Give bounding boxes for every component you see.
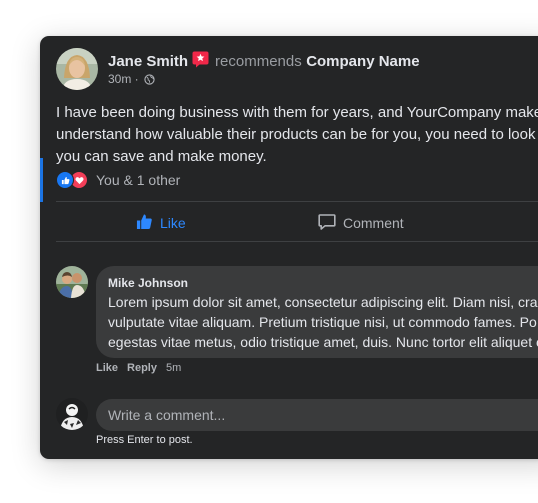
comment-line: vulputate vitae aliquam. Pretium tristiq… <box>108 314 537 330</box>
commenter-name[interactable]: Mike Johnson <box>108 276 188 290</box>
comment-reply-link[interactable]: Reply <box>127 362 157 374</box>
like-label: Like <box>160 215 186 231</box>
thumbs-up-icon <box>136 213 153 233</box>
like-reaction-icon <box>56 171 74 189</box>
like-button[interactable]: Like <box>136 212 186 234</box>
globe-icon <box>144 74 155 88</box>
commenter-avatar[interactable] <box>56 266 88 298</box>
post-card: Jane Smith recommends Company Name 30m · … <box>40 36 538 459</box>
post-hint: Press Enter to post. <box>96 434 193 446</box>
post-body-line: you can save and make money. <box>56 148 267 165</box>
recommend-text: recommends <box>215 53 302 70</box>
reactions-summary[interactable]: You & 1 other <box>56 170 180 190</box>
post-body-line: I have been doing business with them for… <box>56 104 538 121</box>
comment-label: Comment <box>343 215 404 231</box>
current-user-avatar[interactable] <box>56 398 88 430</box>
post-body: I have been doing business with them for… <box>56 102 538 168</box>
divider-bottom <box>56 241 538 242</box>
post-time[interactable]: 30m · <box>108 72 139 86</box>
comment-line: Lorem ipsum dolor sit amet, consectetur … <box>108 294 538 310</box>
comment-text: Lorem ipsum dolor sit amet, consectetur … <box>108 292 538 352</box>
comment-button[interactable]: Comment <box>318 212 404 234</box>
accent-bar <box>40 158 43 202</box>
comment-like-link[interactable]: Like <box>96 362 118 374</box>
reactions-text: You & 1 other <box>96 172 181 188</box>
author-avatar[interactable] <box>56 48 98 90</box>
post-body-line: understand how valuable their products c… <box>56 126 538 143</box>
company-name[interactable]: Company Name <box>306 53 419 70</box>
author-name[interactable]: Jane Smith <box>108 53 188 70</box>
post-header: Jane Smith recommends Company Name <box>108 51 420 73</box>
comment-line: egestas vitae metus, odio tristique amet… <box>108 334 538 350</box>
comment-actions: Like Reply 5m <box>96 362 181 374</box>
comment-bubble: Mike Johnson Lorem ipsum dolor sit amet,… <box>96 266 538 358</box>
recommend-icon <box>192 51 209 73</box>
post-meta: 30m · <box>108 72 155 88</box>
write-comment-input[interactable] <box>96 399 538 431</box>
comment-bubble-icon <box>318 213 336 234</box>
comment-time[interactable]: 5m <box>166 362 181 374</box>
divider-top <box>56 201 538 202</box>
